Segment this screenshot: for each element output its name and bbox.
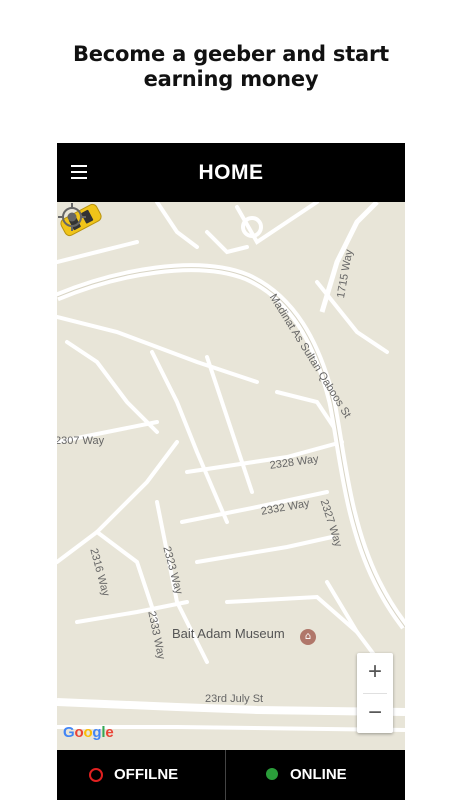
promo-headline: Become a geeber and start earning money <box>0 42 462 92</box>
zoom-in-button[interactable]: + <box>357 653 393 693</box>
online-button[interactable]: ONLINE <box>225 750 405 800</box>
map-roads <box>57 202 405 732</box>
poi-label[interactable]: Bait Adam Museum <box>172 626 285 641</box>
offline-indicator-icon <box>89 768 103 782</box>
street-label-23rd-july: 23rd July St <box>205 693 264 705</box>
zoom-controls: + − <box>357 653 393 733</box>
status-bar: OFFILNE ONLINE <box>57 750 405 800</box>
app-bar: HOME <box>57 143 405 202</box>
museum-icon[interactable]: ⌂ <box>300 629 316 645</box>
offline-button[interactable]: OFFILNE <box>57 750 225 800</box>
street-label-2307: 2307 Way <box>57 435 105 447</box>
map-view[interactable]: Madinat As Sultan Qaboos St 1715 Way 230… <box>57 202 405 750</box>
promo-line-1: Become a geeber and start <box>72 42 390 66</box>
zoom-out-button[interactable]: − <box>357 694 393 734</box>
promo-line-2: earning money <box>143 67 319 91</box>
offline-label: OFFILNE <box>114 766 179 783</box>
page-title: HOME <box>198 161 264 184</box>
my-location-icon[interactable] <box>57 202 87 232</box>
online-indicator-icon <box>266 768 278 780</box>
google-logo: Google <box>63 724 114 741</box>
online-label: ONLINE <box>290 766 347 783</box>
phone-screen: HOME Madinat As Sultan Qaboos St 1715 Wa… <box>57 143 405 800</box>
